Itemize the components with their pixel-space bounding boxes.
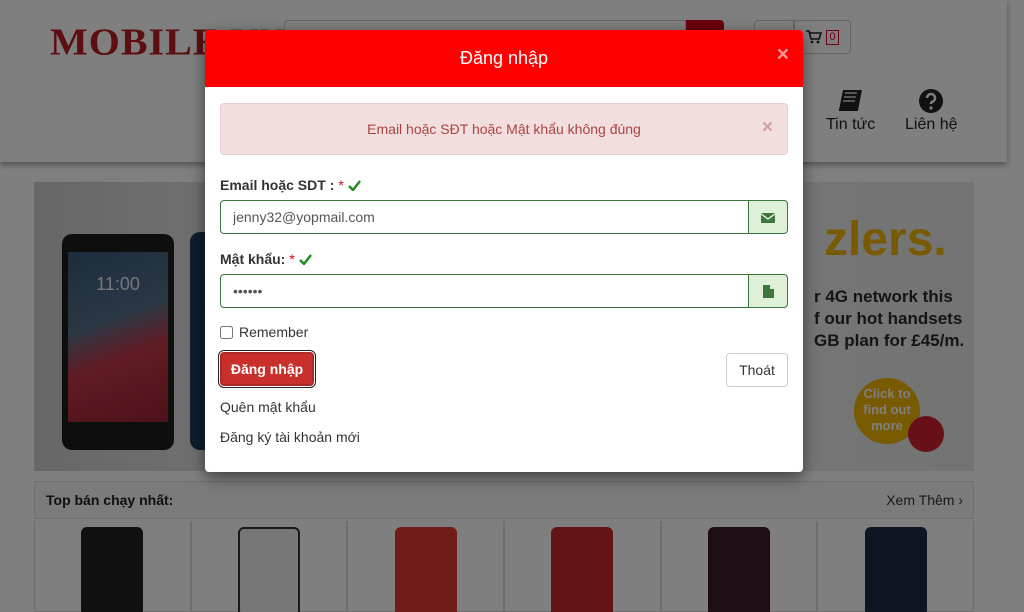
modal-header: Đăng nhập × — [205, 30, 803, 87]
password-field[interactable] — [220, 274, 748, 308]
modal-close-button[interactable]: × — [777, 44, 789, 65]
modal-title: Đăng nhập — [459, 48, 549, 68]
email-addon — [748, 200, 788, 234]
check-icon — [347, 179, 361, 191]
alert-close-button[interactable]: × — [762, 118, 773, 137]
password-addon — [748, 274, 788, 308]
error-alert-text: Email hoặc SĐT hoặc Mật khẩu không đúng — [367, 121, 641, 137]
error-alert: Email hoặc SĐT hoặc Mật khẩu không đúng … — [220, 103, 788, 155]
password-label: Mật khẩu: * — [220, 251, 312, 267]
file-icon — [763, 284, 774, 298]
required-mark: * — [338, 177, 344, 193]
exit-button[interactable]: Thoát — [726, 353, 788, 387]
login-modal: Đăng nhập × Email hoặc SĐT hoặc Mật khẩu… — [205, 30, 803, 472]
login-button[interactable]: Đăng nhập — [218, 350, 316, 388]
remember-checkbox-row[interactable]: Remember — [220, 324, 308, 340]
password-input-group — [220, 274, 788, 308]
required-mark: * — [289, 251, 295, 267]
envelope-icon — [761, 212, 775, 223]
email-input-group — [220, 200, 788, 234]
register-link[interactable]: Đăng ký tài khoản mới — [220, 429, 360, 445]
email-label: Email hoặc SDT : * — [220, 177, 361, 193]
forgot-password-link[interactable]: Quên mật khẩu — [220, 399, 316, 415]
email-field[interactable] — [220, 200, 748, 234]
check-icon — [298, 253, 312, 265]
remember-checkbox[interactable] — [220, 325, 233, 339]
remember-label: Remember — [239, 324, 309, 340]
